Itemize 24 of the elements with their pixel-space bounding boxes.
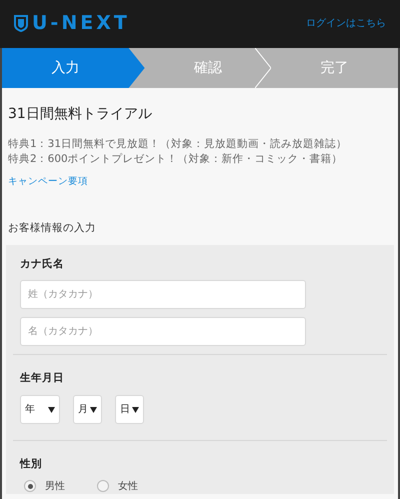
step-tab[interactable]: 入力 — [2, 48, 145, 88]
plan-title: 31日間無料トライアル — [8, 106, 153, 123]
login-link[interactable]: ログインはこちら — [306, 16, 386, 31]
caret-icon — [90, 406, 97, 413]
section-heading: お客様情報の入力 — [8, 220, 97, 236]
date-select[interactable]: 月 — [73, 395, 102, 424]
shield-icon — [14, 15, 28, 32]
text-input[interactable]: 名（カタカナ） — [20, 317, 306, 346]
benefit-text: 特典2：600ポイントプレゼント！（対象：新作・コミック・書籍） — [8, 152, 344, 167]
field-label: 生年月日 — [20, 371, 65, 386]
radio-button[interactable] — [97, 480, 109, 492]
radio-button[interactable] — [24, 480, 36, 492]
field-label: カナ氏名 — [20, 256, 65, 272]
text-input[interactable]: 姓（カタカナ） — [20, 280, 306, 310]
field-label: 性別 — [20, 457, 43, 472]
date-select[interactable]: 日 — [115, 395, 144, 424]
radio-label: 女性 — [118, 480, 138, 494]
caret-icon — [48, 406, 55, 413]
radio-label: 男性 — [45, 480, 65, 494]
benefit-text: 特典1：31日間無料で見放題！（対象：見放題動画・読み放題雑誌） — [8, 136, 348, 152]
logo-text: U-NEXT — [32, 11, 130, 36]
caret-icon — [132, 406, 139, 413]
campaign-terms-link[interactable]: キャンペーン要項 — [8, 174, 88, 190]
date-select[interactable]: 年 — [20, 395, 60, 424]
